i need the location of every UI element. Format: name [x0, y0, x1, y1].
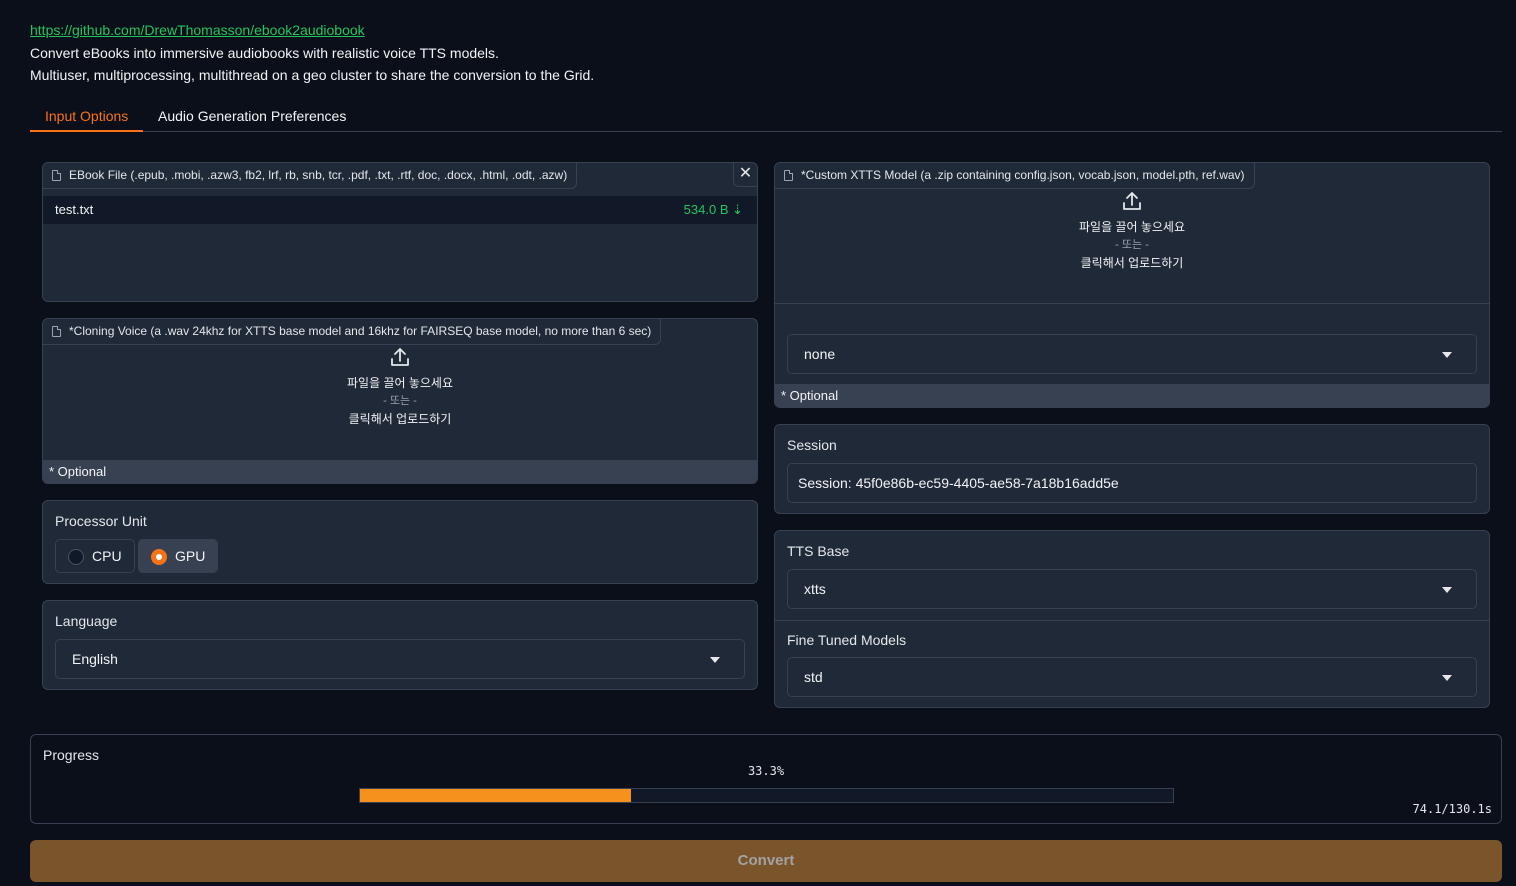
tab-input-options[interactable]: Input Options — [30, 100, 144, 132]
ebook-file-label-text: EBook File (.epub, .mobi, .azw3, fb2, lr… — [69, 168, 568, 182]
file-icon — [784, 170, 793, 181]
chevron-down-icon — [710, 657, 720, 663]
drop-text: 파일을 끌어 놓으세요 — [346, 376, 454, 390]
session-field[interactable]: Session: 45f0e86b-ec59-4405-ae58-7a18b16… — [787, 463, 1477, 503]
ebook-file-label: EBook File (.epub, .mobi, .azw3, fb2, lr… — [43, 163, 578, 189]
radio-cpu[interactable]: CPU — [55, 539, 135, 573]
session-label: Session — [787, 437, 837, 453]
processor-unit-group: Processor Unit CPU GPU — [42, 500, 758, 584]
radio-gpu-label: GPU — [175, 548, 206, 564]
optional-note: * Optional — [775, 384, 1489, 407]
optional-note: * Optional — [43, 460, 757, 483]
upload-icon — [391, 348, 409, 366]
fine-tuned-models-dropdown[interactable]: std — [787, 657, 1477, 697]
close-icon[interactable]: ✕ — [733, 163, 757, 187]
tts-settings-group: TTS Base xtts Fine Tuned Models std — [774, 530, 1490, 708]
custom-model-label-text: *Custom XTTS Model (a .zip containing co… — [801, 168, 1245, 182]
language-value: English — [72, 651, 118, 667]
progress-percent: 33.3% — [747, 764, 785, 778]
cloning-voice-label: *Cloning Voice (a .wav 24khz for XTTS ba… — [43, 319, 662, 345]
radio-gpu[interactable]: GPU — [138, 539, 219, 573]
description-line-1: Convert eBooks into immersive audiobooks… — [30, 45, 499, 61]
session-group: Session Session: 45f0e86b-ec59-4405-ae58… — [774, 424, 1490, 514]
file-icon — [52, 170, 61, 181]
tts-base-label: TTS Base — [787, 543, 850, 559]
tab-audio-generation-preferences[interactable]: Audio Generation Preferences — [143, 100, 361, 131]
chevron-down-icon — [1442, 352, 1452, 358]
description-line-2: Multiuser, multiprocessing, multithread … — [30, 67, 595, 83]
drop-text: 파일을 끌어 놓으세요 — [1078, 220, 1186, 234]
radio-circle-selected — [151, 549, 167, 565]
or-text: - 또는 - — [1115, 239, 1149, 251]
custom-model-dropdown[interactable]: none — [787, 334, 1477, 374]
fine-tuned-models-value: std — [804, 669, 823, 685]
or-text: - 또는 - — [383, 395, 417, 407]
fine-tuned-models-label: Fine Tuned Models — [787, 632, 907, 648]
chevron-down-icon — [1442, 675, 1452, 681]
progress-time: 74.1/130.1s — [1412, 802, 1492, 816]
custom-model-value: none — [804, 346, 836, 362]
progress-bar-fill — [360, 789, 631, 802]
tab-bar: Input Options Audio Generation Preferenc… — [30, 100, 1502, 132]
uploaded-file-row: test.txt 534.0 B ⇣ — [43, 196, 757, 224]
custom-model-group: *Custom XTTS Model (a .zip containing co… — [774, 162, 1490, 408]
file-size-download-link[interactable]: 534.0 B ⇣ — [684, 202, 743, 218]
radio-cpu-label: CPU — [92, 548, 122, 564]
language-dropdown[interactable]: English — [55, 639, 745, 679]
convert-button[interactable]: Convert — [30, 840, 1502, 882]
language-label: Language — [55, 613, 118, 629]
click-upload-text: 클릭해서 업로드하기 — [348, 412, 452, 426]
upload-icon — [1123, 192, 1141, 210]
tts-base-value: xtts — [804, 581, 826, 597]
progress-label: Progress — [43, 747, 100, 763]
progress-bar — [359, 788, 1174, 803]
radio-circle — [68, 549, 84, 565]
click-upload-text: 클릭해서 업로드하기 — [1080, 256, 1184, 270]
custom-model-dropzone[interactable]: 파일을 끌어 놓으세요 - 또는 - 클릭해서 업로드하기 — [775, 190, 1489, 272]
cloning-voice-upload[interactable]: *Cloning Voice (a .wav 24khz for XTTS ba… — [42, 318, 758, 484]
ebook-file-upload[interactable]: EBook File (.epub, .mobi, .azw3, fb2, lr… — [42, 162, 758, 302]
repo-link[interactable]: https://github.com/DrewThomasson/ebook2a… — [30, 22, 365, 38]
file-icon — [52, 326, 61, 337]
tts-base-dropdown[interactable]: xtts — [787, 569, 1477, 609]
divider — [775, 303, 1489, 304]
divider — [775, 620, 1489, 621]
cloning-voice-label-text: *Cloning Voice (a .wav 24khz for XTTS ba… — [69, 324, 652, 338]
cloning-voice-dropzone[interactable]: 파일을 끌어 놓으세요 - 또는 - 클릭해서 업로드하기 — [43, 346, 757, 428]
progress-panel: Progress 33.3% 74.1/130.1s — [30, 734, 1502, 824]
file-name: test.txt — [55, 202, 94, 217]
custom-model-label: *Custom XTTS Model (a .zip containing co… — [775, 163, 1255, 189]
language-group: Language English — [42, 600, 758, 690]
processor-unit-label: Processor Unit — [55, 513, 147, 529]
chevron-down-icon — [1442, 587, 1452, 593]
